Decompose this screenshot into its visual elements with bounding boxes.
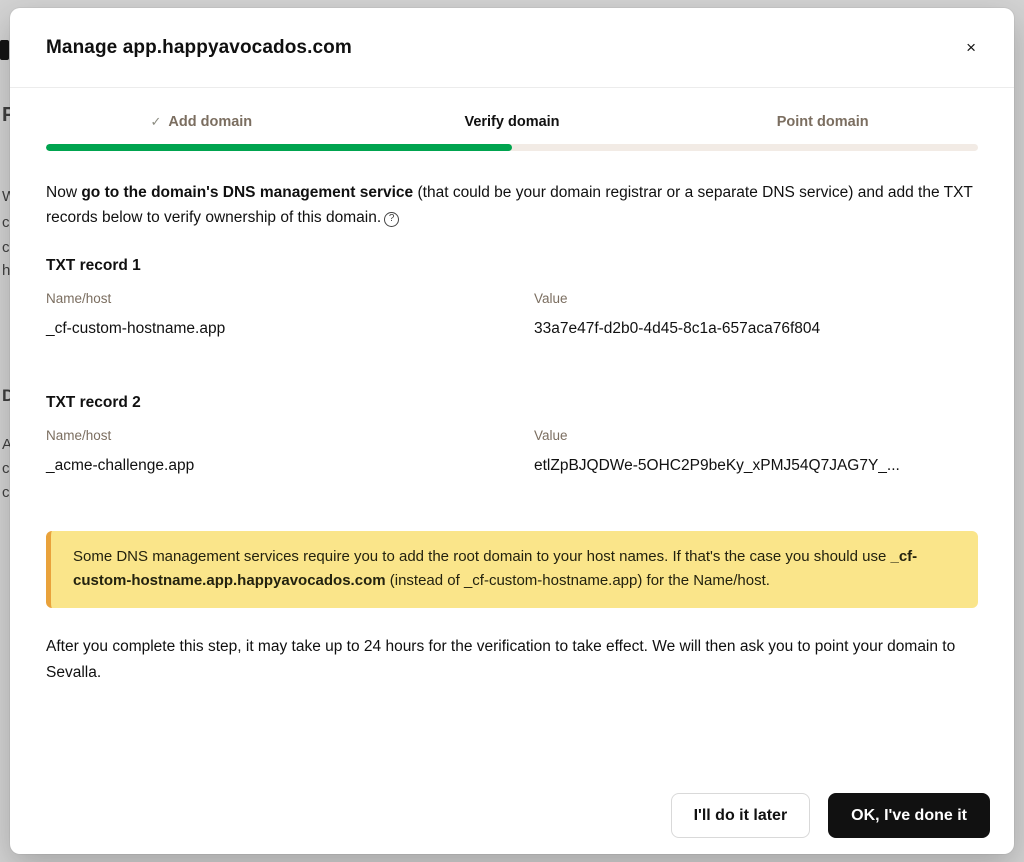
value-label: Value [534, 428, 978, 443]
name-host-label: Name/host [46, 428, 534, 443]
step-add-domain: ✓ Add domain [46, 114, 357, 130]
backdrop-text-fragment: c [2, 239, 10, 256]
modal-body: ✓ Add domain Verify domain Point domain … [10, 88, 1014, 779]
name-host-value: _acme-challenge.app [46, 457, 534, 475]
backdrop-text-fragment: c [2, 460, 10, 477]
check-icon: ✓ [150, 114, 161, 130]
value-label: Value [534, 291, 978, 306]
notice-post: (instead of _cf-custom-hostname.app) for… [386, 572, 770, 589]
ok-done-button[interactable]: OK, I've done it [828, 793, 990, 838]
note-pre: After you complete this step, it may tak… [46, 638, 955, 655]
step-point-domain: Point domain [667, 114, 978, 130]
name-host-value: _cf-custom-hostname.app [46, 320, 534, 338]
backdrop-text-fragment: c [2, 484, 10, 501]
name-host-label: Name/host [46, 291, 534, 306]
step-label: Verify domain [464, 114, 559, 130]
backdrop-shape [0, 40, 9, 60]
modal-title: Manage app.happyavocados.com [46, 37, 958, 59]
dns-root-domain-notice: Some DNS management services require you… [46, 531, 978, 609]
intro-text: Now go to the domain's DNS management se… [46, 181, 978, 231]
intro-pre: Now [46, 184, 81, 201]
notice-pre: Some DNS management services require you… [73, 548, 890, 565]
record-grid: Name/host Value _cf-custom-hostname.app … [46, 291, 978, 338]
manage-domain-modal: Manage app.happyavocados.com × ✓ Add dom… [10, 8, 1014, 854]
record-grid: Name/host Value _acme-challenge.app etlZ… [46, 428, 978, 475]
do-it-later-button[interactable]: I'll do it later [671, 793, 811, 838]
modal-header: Manage app.happyavocados.com × [10, 8, 1014, 88]
intro-bold: go to the domain's DNS management servic… [81, 184, 413, 201]
record-value: etlZpBJQDWe-5OHC2P9beKy_xPMJ54Q7JAG7Y_..… [534, 457, 978, 475]
brand-name: Sevalla [46, 664, 97, 681]
step-label: Point domain [777, 114, 869, 130]
progress-bar [46, 144, 978, 151]
stepper: ✓ Add domain Verify domain Point domain [46, 114, 978, 130]
record-heading: TXT record 2 [46, 394, 978, 412]
verification-note: After you complete this step, it may tak… [46, 634, 978, 685]
step-verify-domain: Verify domain [357, 114, 668, 130]
close-button[interactable]: × [958, 31, 984, 64]
record-value: 33a7e47f-d2b0-4d45-8c1a-657aca76f804 [534, 320, 978, 338]
backdrop-text-fragment: c [2, 214, 10, 231]
record-heading: TXT record 1 [46, 257, 978, 275]
progress-fill [46, 144, 512, 151]
note-post: . [97, 664, 101, 681]
modal-footer: I'll do it later OK, I've done it [10, 779, 1014, 854]
txt-record-1: TXT record 1 Name/host Value _cf-custom-… [46, 257, 978, 338]
step-label: Add domain [168, 114, 252, 130]
txt-record-2: TXT record 2 Name/host Value _acme-chall… [46, 394, 978, 475]
help-icon[interactable]: ? [384, 212, 399, 227]
